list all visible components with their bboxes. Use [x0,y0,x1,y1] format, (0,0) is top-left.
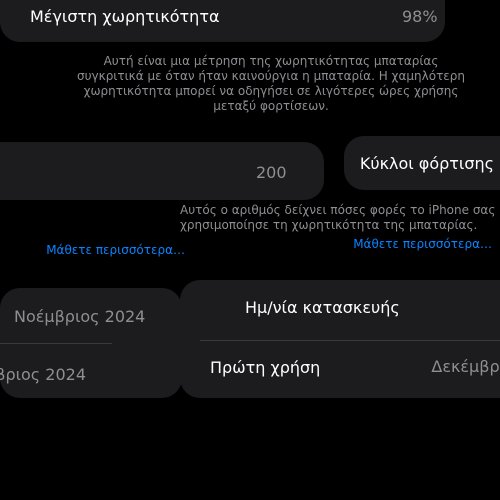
learn-more-link-ghost[interactable]: Μάθετε περισσότερα… [46,243,185,257]
cycle-count-label: Κύκλοι φόρτισης [359,154,494,173]
mirrored-layer: Κύκλοι φόρτισης Κύκλοι φόρτισης Αυτός ο … [0,0,500,500]
first-use-value: Δεκέμβριος 2024 [431,357,500,376]
first-use-value-ghost: Δεκέμβριος 2024 [0,365,86,384]
learn-more-link[interactable]: Μάθετε περισσότερα… [353,237,492,251]
cycle-count-footnote: Αυτός ο αριθμός δείχνει πόσες φορές το i… [180,203,496,232]
battery-health-screen: Μέγιστη χωρητικότητα 98% Αυτή είναι μια … [0,0,500,500]
